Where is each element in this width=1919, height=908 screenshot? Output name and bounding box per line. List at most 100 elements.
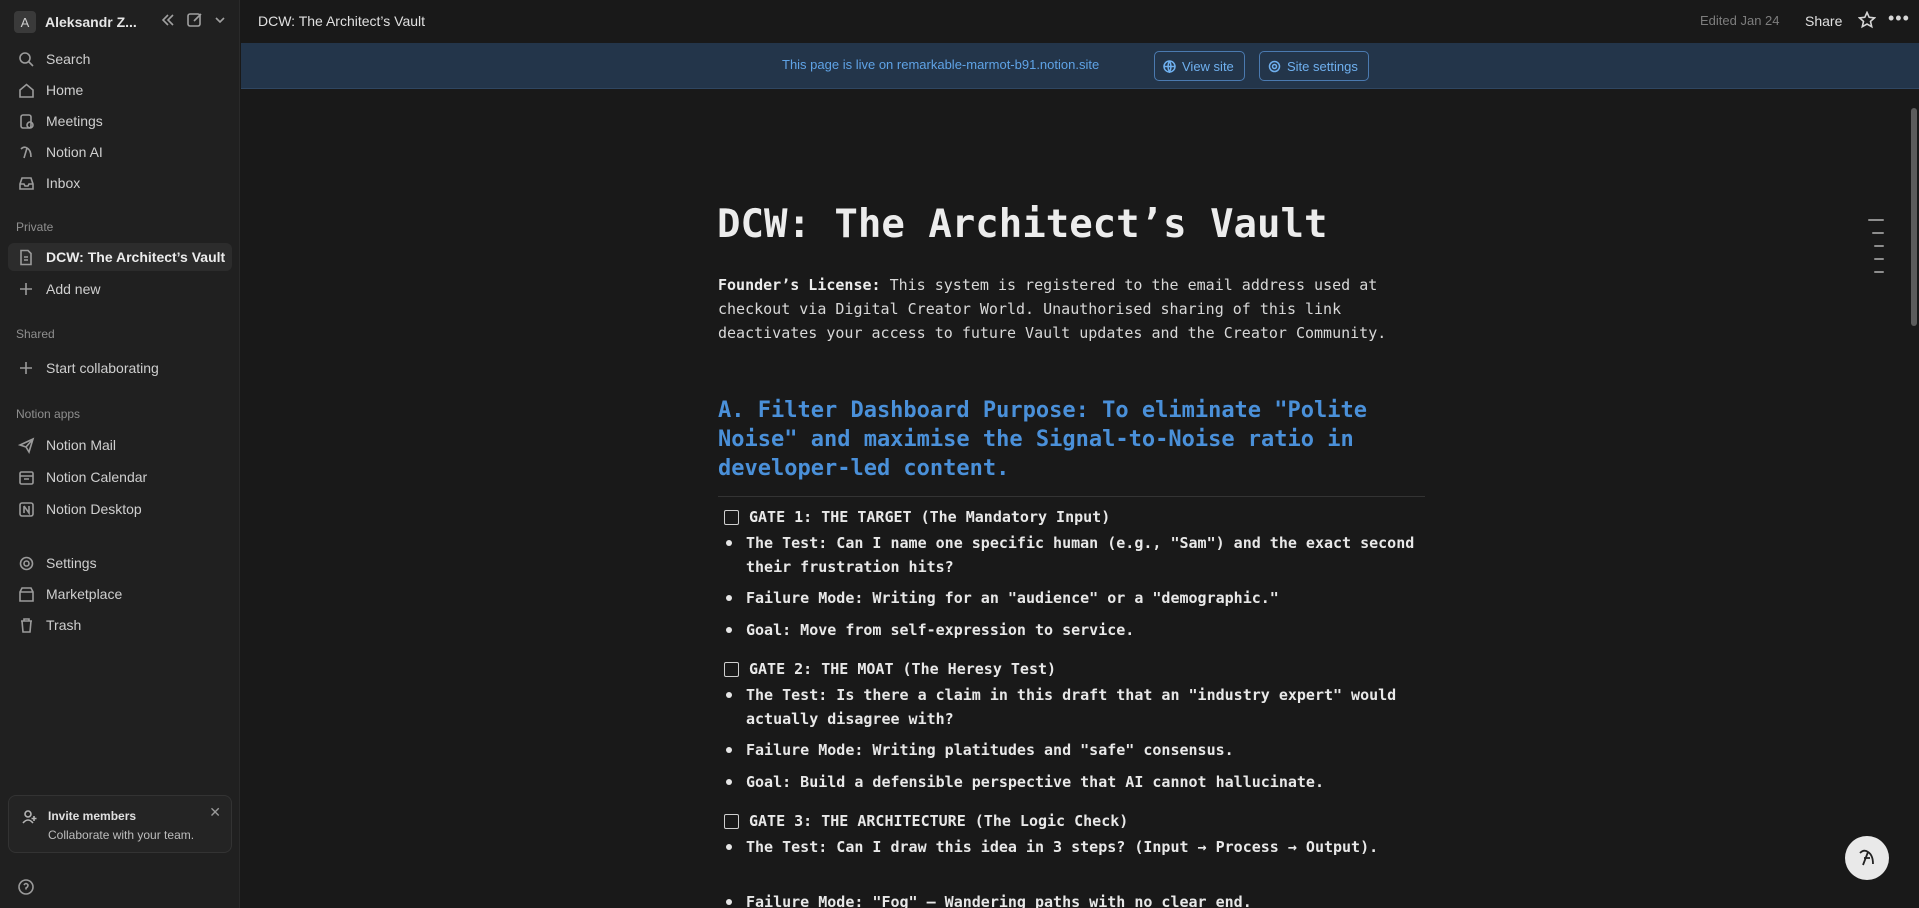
new-page-icon[interactable] xyxy=(186,11,204,34)
todo-gate-2[interactable]: GATE 2: THE MOAT (The Heresy Test) xyxy=(724,660,1056,678)
sidebar-item-label: Notion Desktop xyxy=(46,501,142,517)
checkbox[interactable] xyxy=(724,813,739,829)
bullet-dot xyxy=(726,540,732,546)
sidebar-item-home[interactable]: Home xyxy=(8,76,232,104)
share-button[interactable]: Share xyxy=(1805,13,1842,29)
calendar-icon xyxy=(16,467,36,487)
gear-icon xyxy=(16,553,36,573)
invite-members-icon xyxy=(21,808,38,830)
page-icon xyxy=(16,247,36,267)
sidebar-item-add-new[interactable]: Add new xyxy=(8,275,232,303)
marketplace-icon xyxy=(16,584,36,604)
sidebar-item-label: Notion AI xyxy=(46,144,103,160)
bullet-dot xyxy=(726,844,732,850)
sidebar-item-notion-ai[interactable]: Notion AI xyxy=(8,138,232,166)
list-item[interactable]: Failure Mode: "Fog" — Wandering paths wi… xyxy=(726,890,1426,908)
list-item-text: The Test: Can I name one specific human … xyxy=(746,534,1415,576)
sidebar: A Aleksandr Z... Search Home Meetings No… xyxy=(0,0,240,908)
list-item[interactable]: Goal: Build a defensible perspective tha… xyxy=(726,770,1426,794)
plus-icon xyxy=(16,279,36,299)
bullet-dot xyxy=(726,899,732,905)
list-item[interactable]: The Test: Can I draw this idea in 3 step… xyxy=(726,835,1426,859)
topbar: DCW: The Architect’s Vault Edited Jan 24… xyxy=(241,0,1919,43)
license-label: Founder’s License: xyxy=(718,276,881,294)
workspace-avatar: A xyxy=(14,11,36,33)
sidebar-item-label: Start collaborating xyxy=(46,360,159,376)
sidebar-item-label: DCW: The Architect’s Vault xyxy=(46,249,226,265)
list-item-text: Goal: Build a defensible perspective tha… xyxy=(746,773,1324,791)
invite-title: Invite members xyxy=(48,809,137,823)
scrollbar-thumb[interactable] xyxy=(1911,108,1917,326)
mail-icon xyxy=(16,435,36,455)
sidebar-item-label: Add new xyxy=(46,281,101,297)
list-item-text: The Test: Can I draw this idea in 3 step… xyxy=(746,838,1379,856)
help-icon[interactable] xyxy=(17,878,35,901)
sidebar-item-label: Notion Calendar xyxy=(46,469,148,485)
list-item-text: Failure Mode: "Fog" — Wandering paths wi… xyxy=(746,893,1252,908)
sidebar-item-trash[interactable]: Trash xyxy=(8,611,232,639)
home-icon xyxy=(16,80,36,100)
notion-ai-button[interactable] xyxy=(1845,836,1889,880)
sidebar-item-notion-mail[interactable]: Notion Mail xyxy=(8,431,232,459)
checkbox[interactable] xyxy=(724,661,739,677)
page-content: DCW: The Architect’s Vault Founder’s Lic… xyxy=(241,89,1919,908)
sidebar-item-inbox[interactable]: Inbox xyxy=(8,169,232,197)
trash-icon xyxy=(16,615,36,635)
star-icon[interactable] xyxy=(1857,10,1877,34)
inbox-icon xyxy=(16,173,36,193)
workspace-switcher[interactable]: A Aleksandr Z... xyxy=(14,10,234,34)
section-heading[interactable]: A. Filter Dashboard Purpose: To eliminat… xyxy=(718,396,1418,483)
todo-gate-3[interactable]: GATE 3: THE ARCHITECTURE (The Logic Chec… xyxy=(724,812,1128,830)
sidebar-item-meetings[interactable]: Meetings xyxy=(8,107,232,135)
todo-gate-1[interactable]: GATE 1: THE TARGET (The Mandatory Input) xyxy=(724,508,1110,526)
page-title[interactable]: DCW: The Architect’s Vault xyxy=(717,202,1327,247)
sidebar-item-label: Search xyxy=(46,51,91,67)
table-of-contents-indicator[interactable] xyxy=(1868,219,1884,284)
close-icon[interactable]: ✕ xyxy=(209,804,221,821)
list-item[interactable]: The Test: Is there a claim in this draft… xyxy=(726,683,1426,731)
todo-text: GATE 2: THE MOAT (The Heresy Test) xyxy=(749,660,1057,678)
breadcrumb[interactable]: DCW: The Architect’s Vault xyxy=(258,13,425,29)
view-site-label: View site xyxy=(1182,58,1234,74)
checkbox[interactable] xyxy=(724,509,739,525)
bullet-dot xyxy=(726,627,732,633)
globe-icon xyxy=(1163,59,1176,73)
chevron-down-icon[interactable] xyxy=(214,13,226,31)
sidebar-item-notion-desktop[interactable]: Notion Desktop xyxy=(8,495,232,523)
collapse-sidebar-icon[interactable] xyxy=(160,12,176,33)
section-label-shared: Shared xyxy=(16,327,55,341)
sidebar-item-architects-vault[interactable]: DCW: The Architect’s Vault xyxy=(8,243,232,271)
site-settings-button[interactable]: Site settings xyxy=(1259,51,1369,81)
sidebar-item-notion-calendar[interactable]: Notion Calendar xyxy=(8,463,232,491)
banner-text: This page is live on remarkable-marmot-b… xyxy=(782,57,1100,72)
site-settings-label: Site settings xyxy=(1287,58,1358,74)
sidebar-item-label: Settings xyxy=(46,555,97,571)
invite-members-card[interactable]: Invite members Collaborate with your tea… xyxy=(8,795,232,853)
sidebar-item-settings[interactable]: Settings xyxy=(8,549,232,577)
sidebar-item-search[interactable]: Search xyxy=(8,45,232,73)
sidebar-item-start-collaborating[interactable]: Start collaborating xyxy=(8,354,232,382)
notion-ai-icon xyxy=(1859,849,1874,866)
notion-ai-icon xyxy=(16,142,36,162)
plus-icon xyxy=(16,358,36,378)
sidebar-item-marketplace[interactable]: Marketplace xyxy=(8,580,232,608)
sidebar-item-label: Marketplace xyxy=(46,586,123,602)
todo-text: GATE 3: THE ARCHITECTURE (The Logic Chec… xyxy=(749,812,1129,830)
sidebar-item-label: Inbox xyxy=(46,175,81,191)
gear-icon xyxy=(1268,60,1281,72)
meetings-icon xyxy=(16,111,36,131)
todo-text: GATE 1: THE TARGET (The Mandatory Input) xyxy=(749,508,1111,526)
divider xyxy=(718,496,1425,497)
license-paragraph[interactable]: Founder’s License: This system is regist… xyxy=(718,273,1418,345)
view-site-button[interactable]: View site xyxy=(1154,51,1245,81)
section-label-private: Private xyxy=(16,220,54,234)
list-item[interactable]: Failure Mode: Writing for an "audience" … xyxy=(726,586,1426,610)
list-item[interactable]: Goal: Move from self-expression to servi… xyxy=(726,618,1426,642)
sidebar-item-label: Trash xyxy=(46,617,82,633)
list-item-text: Failure Mode: Writing for an "audience" … xyxy=(746,589,1279,607)
list-item[interactable]: The Test: Can I name one specific human … xyxy=(726,531,1426,579)
list-item[interactable]: Failure Mode: Writing platitudes and "sa… xyxy=(726,738,1426,762)
edited-timestamp: Edited Jan 24 xyxy=(1700,13,1780,28)
workspace-name[interactable]: Aleksandr Z... xyxy=(45,14,137,30)
more-options-icon[interactable]: ••• xyxy=(1888,8,1910,29)
